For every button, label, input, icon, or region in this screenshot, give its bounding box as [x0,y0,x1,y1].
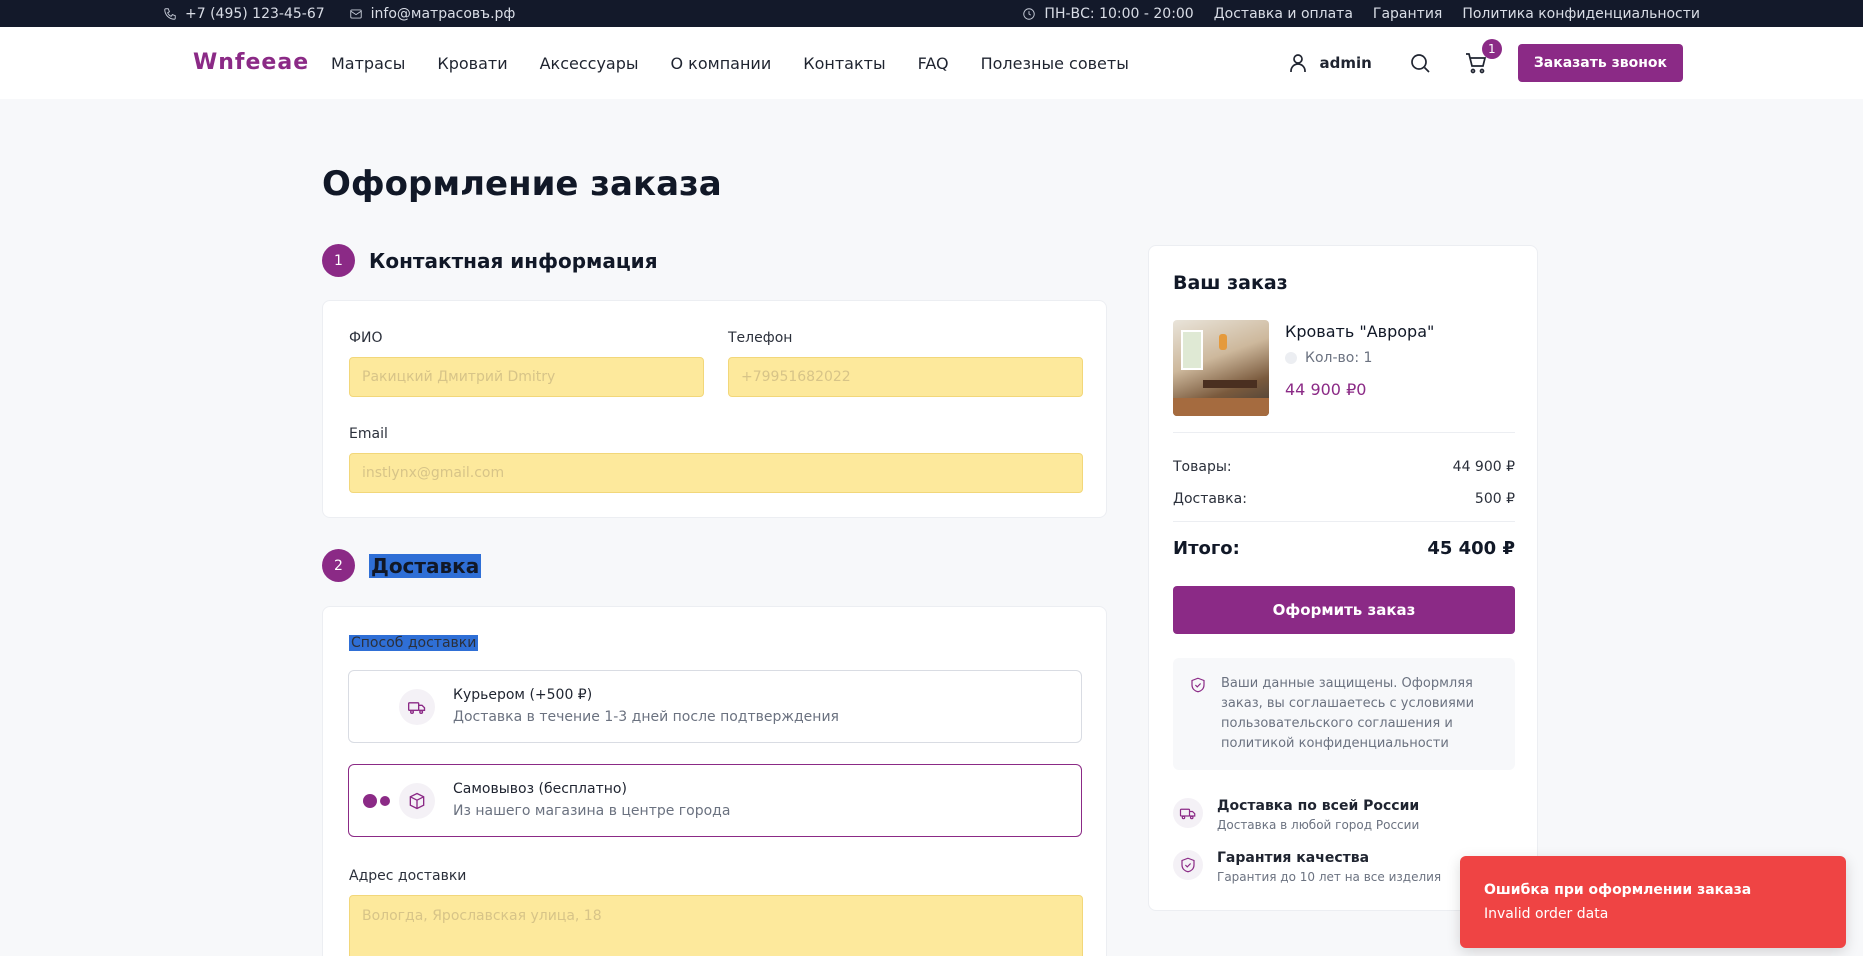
total-label: Итого: [1173,538,1240,559]
truck-icon [399,689,435,725]
cart-button[interactable]: 1 [1464,39,1502,75]
delivery-method-label: Способ доставки [349,635,479,651]
cart-count-badge: 1 [1481,39,1502,59]
order-summary: Ваш заказ Кровать "Аврора" Кол-во: 1 44 … [1148,245,1538,911]
user-name: admin [1319,54,1372,72]
step-number: 2 [322,549,355,582]
phone-label: Телефон [728,330,793,346]
product-qty-text: Кол-во: 1 [1305,350,1373,366]
delivery-option-courier[interactable]: Курьером (+500 ₽) Доставка в течение 1-3… [348,670,1082,743]
delivery-option-pickup[interactable]: Самовывоз (бесплатно) Из нашего магазина… [348,764,1082,837]
main-nav: Матрасы Кровати Аксессуары О компании Ко… [331,27,1129,99]
nav-item-tips[interactable]: Полезные советы [981,54,1129,73]
shield-check-icon [1173,850,1203,880]
search-button[interactable] [1408,51,1432,75]
toast-title: Ошибка при оформлении заказа [1484,882,1752,898]
topbar-email[interactable]: info@матрасовъ.рф [349,5,516,22]
name-input[interactable]: Ракицкий Дмитрий Dmitry [349,357,704,397]
topbar-link-delivery[interactable]: Доставка и оплата [1214,6,1353,22]
nav-item-faq[interactable]: FAQ [918,54,949,73]
shipping-row: Доставка: 500 ₽ [1173,491,1515,507]
place-order-button[interactable]: Оформить заказ [1173,586,1515,634]
product-price: 44 900 ₽0 [1285,380,1367,399]
product-image[interactable] [1173,320,1269,416]
topbar-phone-text: +7 (495) 123-45-67 [185,5,325,22]
step-title: Доставка [369,553,482,578]
feature-warranty: Гарантия качества Гарантия до 10 лет на … [1173,850,1441,884]
clock-icon [1023,7,1036,20]
nav-item-beds[interactable]: Кровати [437,54,507,73]
topbar-email-text: info@матрасовъ.рф [370,5,516,22]
goods-value: 44 900 ₽ [1452,459,1515,475]
box-icon [399,783,435,819]
goods-row: Товары: 44 900 ₽ [1173,459,1515,475]
product-name[interactable]: Кровать "Аврора" [1285,322,1434,341]
step-title: Контактная информация [369,248,658,273]
security-text: Ваши данные защищены. Оформляя заказ, вы… [1221,676,1475,751]
site-header: Wnfeeae Матрасы Кровати Аксессуары О ком… [0,27,1863,99]
error-toast[interactable]: Ошибка при оформлении заказа Invalid ord… [1460,856,1846,948]
total-value: 45 400 ₽ [1427,538,1515,559]
topbar-link-privacy[interactable]: Политика конфиденциальности [1462,6,1700,22]
step-number: 1 [322,244,355,277]
option-title: Самовывоз (бесплатно) [453,781,627,797]
shipping-value: 500 ₽ [1474,491,1515,507]
nav-item-about[interactable]: О компании [671,54,772,73]
shipping-label: Доставка: [1173,491,1247,507]
address-input[interactable]: Вологда, Ярославская улица, 18 [349,895,1083,956]
security-notice: Ваши данные защищены. Оформляя заказ, вы… [1173,658,1515,770]
divider [1173,432,1515,433]
feature-desc: Гарантия до 10 лет на все изделия [1217,870,1442,884]
summary-title: Ваш заказ [1173,272,1288,294]
page-title: Оформление заказа [322,164,722,204]
contact-card: ФИО Ракицкий Дмитрий Dmitry Телефон +799… [322,300,1107,518]
feature-desc: Доставка в любой город России [1217,818,1420,832]
name-label: ФИО [349,330,383,346]
option-description: Доставка в течение 1-3 дней после подтве… [453,709,839,725]
top-bar: +7 (495) 123-45-67 info@матрасовъ.рф ПН-… [0,0,1863,27]
nav-item-contacts[interactable]: Контакты [803,54,885,73]
phone-icon [164,7,176,20]
feature-title: Гарантия качества [1217,850,1370,866]
email-input[interactable]: instlynx@gmail.com [349,453,1083,493]
selected-radio-indicator [363,794,390,808]
request-call-button[interactable]: Заказать звонок [1517,44,1683,82]
feature-title: Доставка по всей России [1217,798,1420,814]
truck-icon [1173,798,1203,828]
toast-message: Invalid order data [1484,906,1609,922]
search-icon [1410,54,1430,73]
topbar-link-warranty[interactable]: Гарантия [1373,6,1442,22]
logo[interactable]: Wnfeeae [193,50,309,75]
topbar-hours: ПН-ВС: 10:00 - 20:00 [1022,5,1194,22]
user-menu[interactable]: admin [1286,51,1372,75]
nav-item-accessories[interactable]: Аксессуары [540,54,639,73]
product-qty: Кол-во: 1 [1285,350,1372,366]
phone-input[interactable]: +79951682022 [728,357,1083,397]
user-icon [1289,54,1306,72]
feature-delivery: Доставка по всей России Доставка в любой… [1173,798,1419,832]
divider [1173,521,1515,522]
mail-icon [349,8,362,19]
shield-check-icon [1191,677,1205,693]
topbar-hours-text: ПН-ВС: 10:00 - 20:00 [1044,5,1194,22]
step-delivery: 2 Доставка [322,549,482,582]
topbar-phone[interactable]: +7 (495) 123-45-67 [163,6,325,22]
option-description: Из нашего магазина в центре города [453,803,731,819]
email-label: Email [349,426,388,442]
total-row: Итого: 45 400 ₽ [1173,538,1515,559]
step-contact: 1 Контактная информация [322,244,658,277]
option-title: Курьером (+500 ₽) [453,687,593,703]
address-label: Адрес доставки [349,868,467,884]
nav-item-mattresses[interactable]: Матрасы [331,54,405,73]
goods-label: Товары: [1173,459,1232,475]
